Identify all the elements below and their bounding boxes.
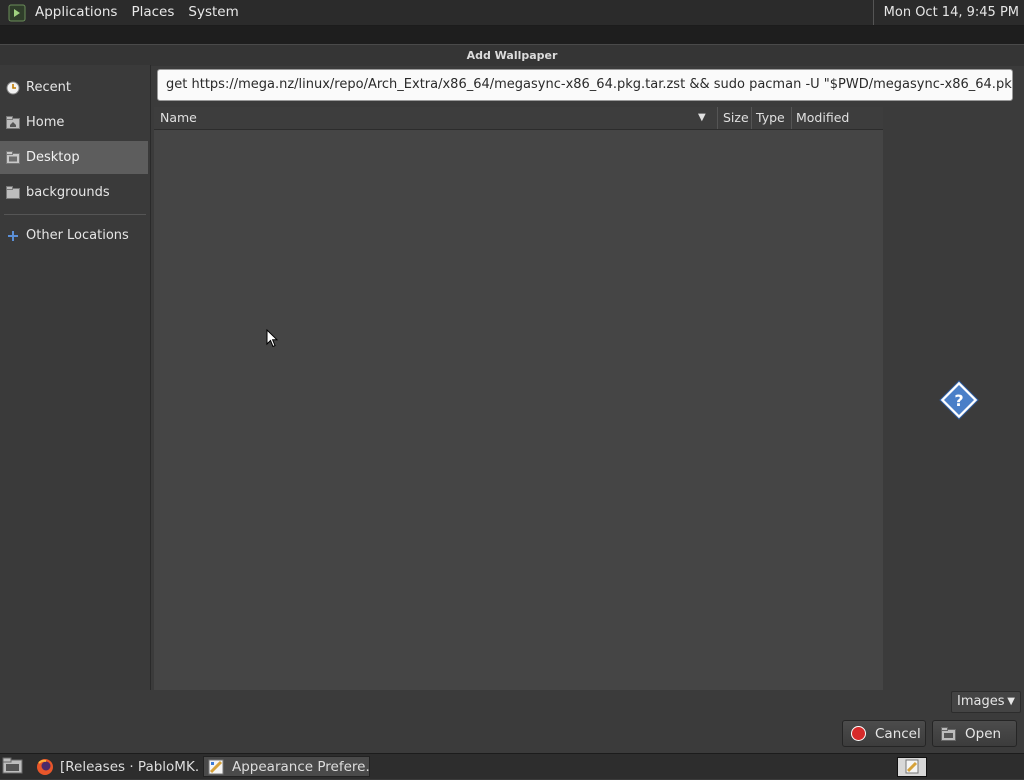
sidebar-item-other-locations[interactable]: Other Locations [0, 219, 148, 252]
file-type-filter[interactable]: Images ▼ [951, 691, 1021, 713]
folder-icon [6, 186, 20, 200]
location-entry[interactable]: get https://mega.nz/linux/repo/Arch_Extr… [157, 69, 1013, 101]
taskbar-item-appearance[interactable]: Appearance Prefere… [203, 756, 370, 777]
svg-text:?: ? [954, 391, 963, 410]
top-panel: Applications Places System Mon Oct 14, 9… [0, 0, 1024, 26]
file-list-header: Name ▼ Size Type Modified [154, 107, 883, 130]
taskbar-item-firefox[interactable]: [Releases · PabloMK… [32, 756, 200, 777]
column-type[interactable]: Type [751, 107, 786, 129]
file-list[interactable]: Name ▼ Size Type Modified [154, 107, 883, 690]
applications-menu[interactable]: Applications [28, 0, 124, 25]
appearance-icon [208, 759, 224, 774]
dialog-title: Add Wallpaper [0, 44, 1024, 66]
home-folder-icon [6, 116, 20, 130]
chevron-down-icon: ▼ [1007, 696, 1015, 707]
desktop-gap [0, 26, 1024, 44]
help-icon: ? [939, 380, 979, 420]
taskbar-item-label: [Releases · PabloMK… [60, 758, 200, 775]
sidebar-item-label: Home [26, 115, 65, 130]
clock[interactable]: Mon Oct 14, 9:45 PM [872, 0, 1024, 25]
sidebar-item-label: Other Locations [26, 228, 129, 243]
mouse-cursor-icon [266, 329, 278, 348]
sidebar-item-label: Desktop [26, 150, 80, 165]
appearance-icon [905, 759, 919, 774]
sidebar-divider [4, 214, 146, 215]
open-button[interactable]: Open [932, 720, 1017, 747]
plus-icon [6, 229, 20, 243]
sidebar-item-backgrounds[interactable]: backgrounds [0, 176, 148, 209]
sidebar-item-recent[interactable]: Recent [0, 71, 148, 104]
applications-menu-icon[interactable] [8, 4, 26, 22]
column-size[interactable]: Size [717, 107, 753, 129]
column-modified[interactable]: Modified [791, 107, 884, 129]
sort-down-icon[interactable]: ▼ [698, 107, 706, 129]
taskbar-item-label: Appearance Prefere… [232, 758, 370, 775]
cancel-icon [851, 726, 867, 742]
places-sidebar: Recent Home Desktop backgrounds Other Lo… [0, 65, 151, 690]
column-name[interactable]: Name [160, 107, 197, 129]
recent-icon [6, 81, 20, 95]
workspace-switcher[interactable] [897, 757, 927, 777]
firefox-icon [37, 758, 53, 775]
filter-value: Images [957, 694, 1005, 709]
open-folder-icon [941, 726, 957, 742]
cancel-button-label: Cancel [875, 725, 921, 742]
open-button-label: Open [965, 725, 1002, 742]
sidebar-item-desktop[interactable]: Desktop [0, 141, 148, 174]
sidebar-item-home[interactable]: Home [0, 106, 148, 139]
places-menu[interactable]: Places [124, 0, 181, 25]
bottom-panel: [Releases · PabloMK… Appearance Prefere… [0, 753, 1024, 779]
desktop-folder-icon [6, 151, 20, 165]
system-menu[interactable]: System [181, 0, 245, 25]
location-entry-text: get https://mega.nz/linux/repo/Arch_Extr… [166, 77, 1013, 92]
cancel-button[interactable]: Cancel [842, 720, 926, 747]
sidebar-item-label: Recent [26, 80, 71, 95]
sidebar-item-label: backgrounds [26, 185, 110, 200]
show-desktop-icon[interactable] [2, 757, 24, 775]
